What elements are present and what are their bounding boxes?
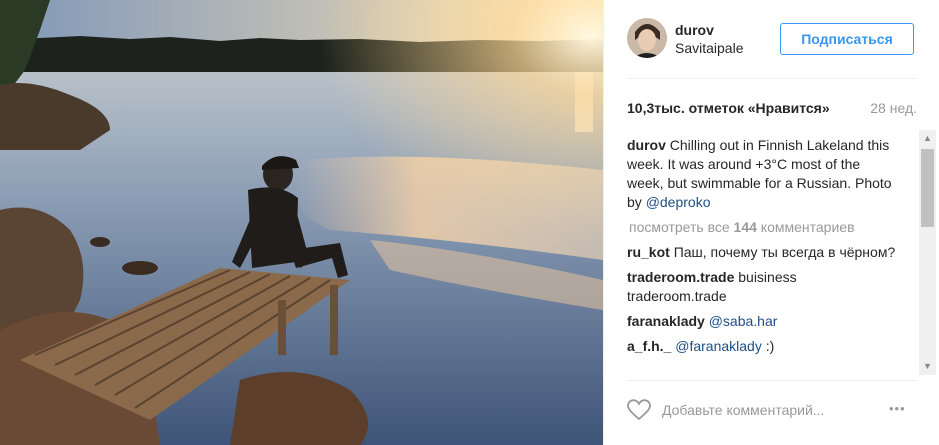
list-item: traderoom.trade buisiness traderoom.trad… [627,268,899,306]
more-options-icon[interactable]: ••• [889,401,915,419]
likes-row: 10,3тыс. отметок «Нравится» 28 нед. [627,100,917,118]
post-location[interactable]: Savitaipale [675,40,744,56]
post-photo[interactable] [0,0,603,445]
follow-button[interactable]: Подписаться [780,23,914,55]
list-item: ru_kot Паш, почему ты всегда в чёрном? [627,243,899,262]
comment-text: :) [761,338,775,354]
scrollbar-thumb[interactable] [921,149,934,227]
caption-mention[interactable]: @deproko [646,194,711,210]
comment-username[interactable]: durov [627,137,666,153]
post-username[interactable]: durov [675,22,714,38]
heart-icon-shape [627,399,651,421]
comment-mention[interactable]: @saba.har [709,313,778,329]
comments-scrollbar[interactable]: ▲ ▼ [919,130,936,375]
list-item: faranaklady @saba.har [627,312,899,331]
lake-sunset-image [0,0,603,445]
comment-text: Паш, почему ты всегда в чёрном? [673,244,896,260]
caption: durov Chilling out in Finnish Lakeland t… [627,136,899,212]
list-item: a_f.h._ @faranaklady :) [627,337,899,356]
comment-username[interactable]: faranaklady [627,313,705,329]
scroll-up-arrow-icon[interactable]: ▲ [919,130,936,147]
avatar-image [627,18,667,58]
likes-count[interactable]: 10,3тыс. отметок «Нравится» [627,100,830,116]
divider [627,78,917,79]
post-age[interactable]: 28 нед. [870,100,917,116]
comment-username[interactable]: traderoom.trade [627,269,734,285]
heart-icon[interactable] [627,399,651,421]
avatar[interactable] [627,18,667,58]
view-all-prefix: посмотреть все [629,219,734,235]
comment-username[interactable]: a_f.h._ [627,338,671,354]
post-header: durov Savitaipale Подписаться [604,0,939,78]
scroll-down-arrow-icon[interactable]: ▼ [919,358,936,375]
comments-list: durov Chilling out in Finnish Lakeland t… [627,136,899,376]
add-comment-input[interactable] [662,399,877,421]
comment-mention[interactable]: @faranaklady [675,338,762,354]
view-all-comments-link[interactable]: посмотреть все 144 комментариев [629,218,899,237]
comments-count: 144 [733,219,757,235]
divider [627,380,917,381]
view-all-suffix: комментариев [756,219,855,235]
post-side-panel: durov Savitaipale Подписаться 10,3тыс. о… [603,0,939,445]
comment-username[interactable]: ru_kot [627,244,670,260]
